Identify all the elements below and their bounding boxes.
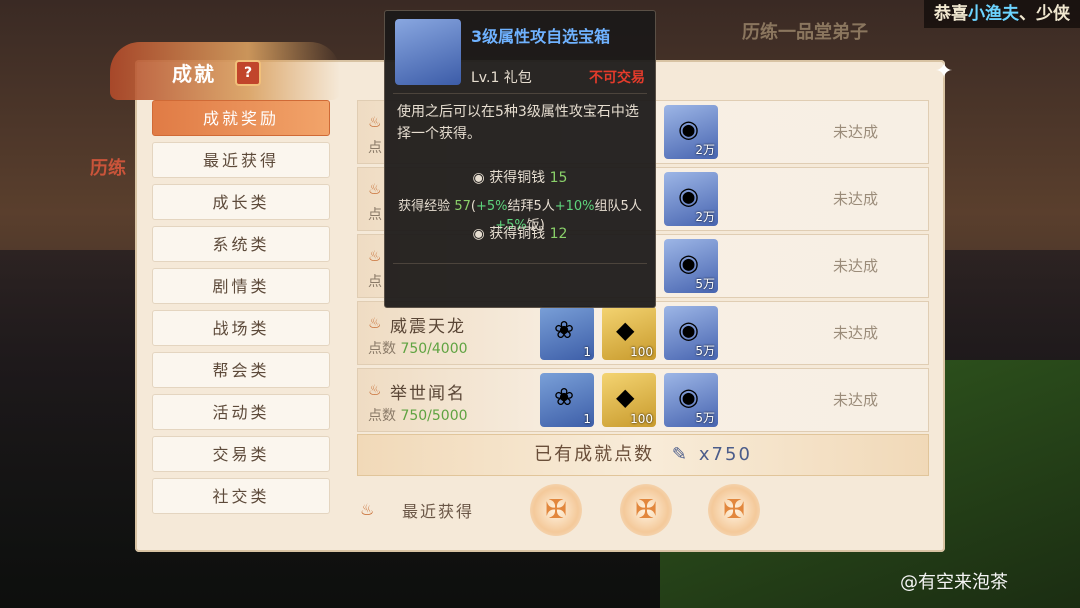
points-bar-label: 已有成就点数	[534, 444, 655, 465]
close-icon[interactable]: ✦	[930, 58, 958, 86]
copper-coin-reward-icon[interactable]: ◉ 5万	[664, 306, 718, 360]
gem-bag-reward-icon[interactable]: ❀ 1	[540, 306, 594, 360]
sidebar-item-battlefield[interactable]: 战场类	[152, 310, 330, 346]
sidebar-item-growth[interactable]: 成长类	[152, 184, 330, 220]
achievement-row[interactable]: ♨ 举世闻名 点数 750/5000 ❀ 1 ◆ 100 ◉ 5万 未达成	[357, 368, 929, 432]
watermark: @有空来泡茶	[900, 572, 1008, 593]
recent-label: 最近获得	[402, 502, 475, 521]
row-points: 点数 750/4000	[368, 341, 468, 357]
banner-player-name[interactable]: 小渔夫	[968, 4, 1019, 24]
points-value: 750/5000	[400, 408, 468, 424]
achievement-points-bar: 已有成就点数 ✎ x750	[357, 434, 929, 476]
achievement-row[interactable]: ♨ 威震天龙 点数 750/4000 ❀ 1 ◆ 100 ◉ 5万 未达成	[357, 301, 929, 365]
flame-icon: ♨	[360, 500, 375, 519]
dragon-cloud-decoration	[110, 42, 340, 100]
scroll-icon: ✎	[671, 444, 689, 465]
banner-prefix: 恭喜	[934, 4, 968, 24]
gem-bag-icon	[395, 19, 461, 85]
copper-coin-reward-icon[interactable]: ◉ 5万	[664, 373, 718, 427]
sidebar-item-social[interactable]: 社交类	[152, 478, 330, 514]
points-bar-value: x750	[698, 444, 752, 465]
status-label: 未达成	[832, 324, 878, 342]
sidebar-item-story[interactable]: 剧情类	[152, 268, 330, 304]
flame-icon: ♨	[368, 381, 382, 399]
sidebar-item-trade[interactable]: 交易类	[152, 436, 330, 472]
sidebar-item-activity[interactable]: 活动类	[152, 394, 330, 430]
tooltip-divider	[393, 263, 647, 264]
achievement-name: 举世闻名	[390, 384, 466, 404]
help-button[interactable]: ?	[235, 60, 261, 86]
background-red-text: 历练	[90, 158, 126, 179]
achievement-name: 威震天龙	[390, 317, 466, 337]
row-points: 点	[368, 140, 382, 156]
sidebar-item-rewards[interactable]: 成就奖励	[152, 100, 330, 136]
coin-icon: ◉	[472, 170, 485, 186]
tooltip-title: 3级属性攻自选宝箱	[471, 27, 611, 46]
achievement-badge-icon[interactable]: ✠	[530, 484, 582, 536]
sidebar-item-guild[interactable]: 帮会类	[152, 352, 330, 388]
tooltip-copper-line-2: ◉ 获得铜钱 12	[472, 226, 568, 242]
flame-icon: ♨	[368, 247, 382, 265]
gold-ingot-reward-icon[interactable]: ◆ 100	[602, 373, 656, 427]
status-label: 未达成	[832, 123, 878, 141]
copper-coin-reward-icon[interactable]: ◉ 2万	[664, 105, 718, 159]
status-label: 未达成	[832, 257, 878, 275]
row-points: 点	[368, 274, 382, 290]
achievement-badge-icon[interactable]: ✠	[708, 484, 760, 536]
status-label: 未达成	[832, 190, 878, 208]
item-tooltip: 3级属性攻自选宝箱 Lv.1 礼包 不可交易 使用之后可以在5种3级属性攻宝石中…	[384, 10, 656, 308]
row-points: 点	[368, 207, 382, 223]
status-label: 未达成	[832, 391, 878, 409]
category-sidebar: 成就奖励 最近获得 成长类 系统类 剧情类 战场类 帮会类 活动类 交易类 社交…	[152, 100, 336, 520]
copper-coin-reward-icon[interactable]: ◉ 2万	[664, 172, 718, 226]
tooltip-copper-line: ◉ 获得铜钱 15	[472, 170, 568, 186]
background-scene-text: 历练一品堂弟子	[742, 22, 868, 43]
flame-icon: ♨	[368, 180, 382, 198]
tooltip-divider	[393, 93, 647, 94]
panel-header: 成就 ?	[110, 30, 340, 100]
coin-icon: ◉	[472, 226, 485, 242]
sidebar-item-recent[interactable]: 最近获得	[152, 142, 330, 178]
flame-icon: ♨	[368, 314, 382, 332]
gem-bag-reward-icon[interactable]: ❀ 1	[540, 373, 594, 427]
tooltip-level: Lv.1 礼包	[471, 70, 532, 86]
copper-coin-reward-icon[interactable]: ◉ 5万	[664, 239, 718, 293]
sidebar-item-system[interactable]: 系统类	[152, 226, 330, 262]
tooltip-description: 使用之后可以在5种3级属性攻宝石中选择一个获得。	[397, 104, 639, 142]
gold-ingot-reward-icon[interactable]: ◆ 100	[602, 306, 656, 360]
banner-suffix: 、少侠	[1019, 4, 1070, 24]
panel-title: 成就	[172, 62, 216, 86]
achievement-badge-icon[interactable]: ✠	[620, 484, 672, 536]
tooltip-untradable: 不可交易	[589, 70, 645, 86]
points-value: 750/4000	[400, 341, 468, 357]
system-banner: 恭喜小渔夫、少侠	[924, 0, 1080, 28]
row-points: 点数 750/5000	[368, 408, 468, 424]
flame-icon: ♨	[368, 113, 382, 131]
